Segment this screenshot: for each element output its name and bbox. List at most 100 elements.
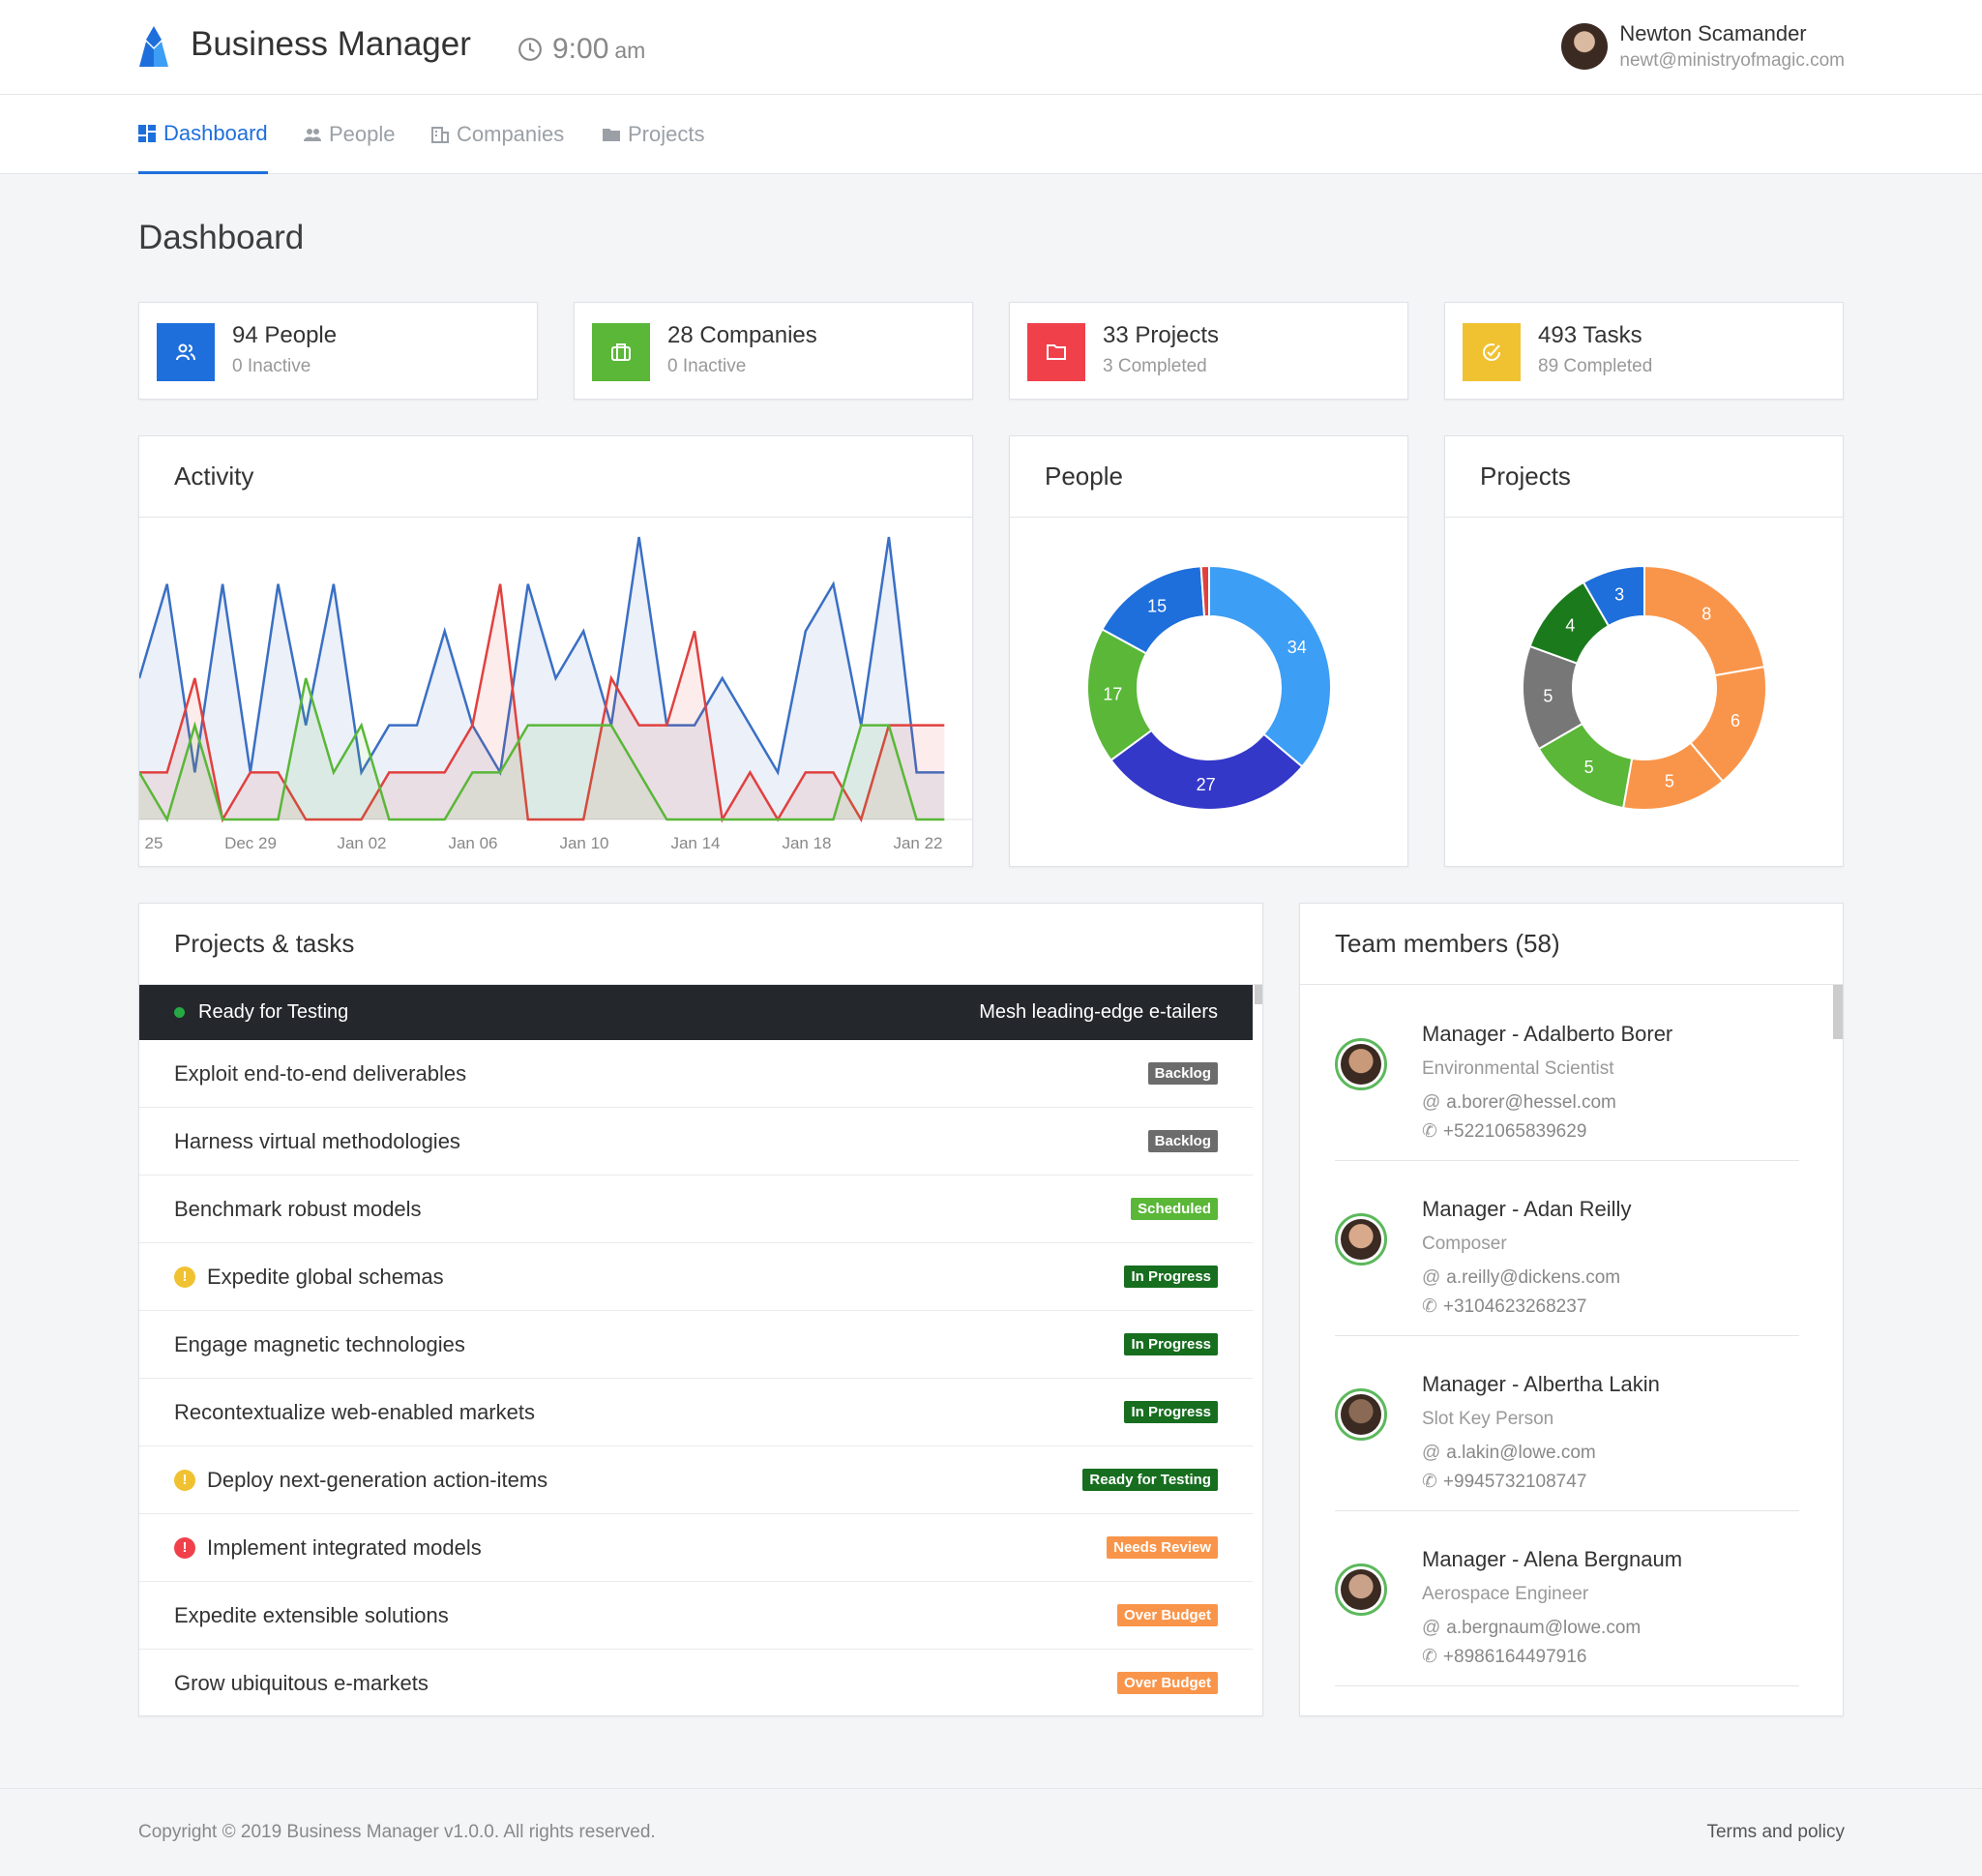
member-phone[interactable]: ✆ +8986164497916 <box>1422 1646 1586 1668</box>
member-email[interactable]: @ a.reilly@dickens.com <box>1422 1267 1620 1289</box>
stat-people-count: 94 People <box>232 322 338 348</box>
task-row[interactable]: ! Expedite global schemas In Progress <box>139 1243 1253 1311</box>
team-members-panel: Team members (58) Manager - Adalberto Bo… <box>1299 903 1844 1716</box>
member-phone-text: +5221065839629 <box>1442 1121 1587 1142</box>
team-member-item[interactable]: Manager - Albertha Lakin Slot Key Person @… <box>1335 1335 1799 1511</box>
stat-companies-count: 28 Companies <box>667 322 817 348</box>
task-row[interactable]: ! Deploy next-generation action-items Read… <box>139 1446 1253 1514</box>
stat-card-tasks[interactable]: 493 Tasks 89 Completed <box>1444 302 1844 400</box>
task-row[interactable]: Recontextualize web-enabled markets In Pr… <box>139 1379 1253 1446</box>
x-tick-label: Jan 22 <box>893 834 942 852</box>
task-row[interactable]: Grow ubiquitous e-markets Over Budget <box>139 1650 1253 1715</box>
projects-tasks-panel: Projects & tasks Ready for Testing Mesh … <box>138 903 1263 1716</box>
member-email[interactable]: @ a.borer@hessel.com <box>1422 1092 1616 1114</box>
task-row[interactable]: Exploit end-to-end deliverables Backlog <box>139 1040 1253 1108</box>
avatar[interactable] <box>1335 1388 1387 1441</box>
task-row[interactable]: ! Implement integrated models Needs Review <box>139 1514 1253 1582</box>
member-phone[interactable]: ✆ +5221065839629 <box>1422 1120 1586 1143</box>
task-name: Exploit end-to-end deliverables <box>174 1061 466 1087</box>
member-title[interactable]: Manager - Albertha Lakin <box>1422 1372 1660 1397</box>
member-phone[interactable]: ✆ +9945732108747 <box>1422 1471 1586 1493</box>
x-tick-label: Jan 02 <box>337 834 386 852</box>
task-row[interactable]: Engage magnetic technologies In Progress <box>139 1311 1253 1379</box>
tasks-scrollbar[interactable] <box>1255 985 1262 1004</box>
avatar[interactable] <box>1335 1213 1387 1266</box>
folder-stat-icon <box>1027 323 1085 381</box>
team-member-item[interactable]: Manager - Alena Bergnaum Aerospace Engine… <box>1335 1510 1799 1686</box>
status-badge: Ready for Testing <box>1082 1469 1218 1491</box>
member-title[interactable]: Manager - Adan Reilly <box>1422 1197 1631 1222</box>
donut-slice-label: 17 <box>1103 685 1122 704</box>
donut-slice <box>1208 564 1332 768</box>
tab-dashboard[interactable]: Dashboard <box>138 95 268 174</box>
status-badge: Over Budget <box>1116 1672 1218 1694</box>
task-row[interactable]: Expedite extensible solutions Over Budget <box>139 1582 1253 1650</box>
status-badge: In Progress <box>1124 1401 1218 1423</box>
status-badge: Over Budget <box>1116 1604 1218 1626</box>
activity-title: Activity <box>139 436 972 518</box>
avatar[interactable] <box>1335 1563 1387 1616</box>
folder-icon <box>603 129 620 141</box>
avatar[interactable] <box>1335 1038 1387 1090</box>
donut-slice-label: 27 <box>1197 775 1216 794</box>
task-row[interactable]: Harness virtual methodologies Backlog <box>139 1108 1253 1176</box>
task-name: Harness virtual methodologies <box>174 1129 460 1154</box>
member-email-text: a.borer@hessel.com <box>1446 1092 1616 1113</box>
clock: 9:00 am <box>518 33 645 66</box>
stat-card-projects[interactable]: 33 Projects 3 Completed <box>1009 302 1408 400</box>
x-tick-label: Dec 29 <box>224 834 277 852</box>
donut-slice-label: 5 <box>1584 758 1594 777</box>
x-tick-label: 25 <box>145 834 163 852</box>
activity-panel: Activity 25 Dec 29 Jan 02 Jan 06 Jan 10 Jan 1… <box>138 435 973 867</box>
donut-slice-label: 3 <box>1614 584 1624 604</box>
dashboard-icon <box>138 124 156 142</box>
status-dot-icon <box>174 1007 185 1018</box>
people-icon <box>304 129 321 141</box>
member-phone-text: +3104623268237 <box>1442 1296 1587 1317</box>
user-email: newt@ministryofmagic.com <box>1619 50 1845 71</box>
clock-time: 9:00 <box>552 33 609 65</box>
stat-card-companies[interactable]: 28 Companies 0 Inactive <box>574 302 973 400</box>
donut-slice-label: 5 <box>1543 687 1553 706</box>
member-title[interactable]: Manager - Adalberto Borer <box>1422 1022 1672 1047</box>
user-menu[interactable]: Newton Scamander newt@ministryofmagic.co… <box>1561 21 1845 72</box>
tab-people[interactable]: People <box>304 95 396 174</box>
terms-link[interactable]: Terms and policy <box>1706 1822 1845 1843</box>
donut-slice-label: 8 <box>1701 604 1711 623</box>
team-scrollbar[interactable] <box>1833 985 1843 1039</box>
activity-chart: 25 Dec 29 Jan 02 Jan 06 Jan 10 Jan 14 Jan 18 Ja… <box>139 536 972 852</box>
member-email[interactable]: @ a.bergnaum@lowe.com <box>1422 1618 1641 1639</box>
task-title: Benchmark robust models <box>174 1196 422 1221</box>
clock-ampm: am <box>614 38 646 63</box>
x-tick-label: Jan 10 <box>559 834 608 852</box>
donut-slice-label: 6 <box>1731 711 1740 730</box>
member-phone[interactable]: ✆ +3104623268237 <box>1422 1295 1586 1318</box>
task-row[interactable]: Benchmark robust models Scheduled <box>139 1176 1253 1243</box>
briefcase-icon <box>592 323 650 381</box>
tab-projects[interactable]: Projects <box>603 95 704 174</box>
user-avatar[interactable] <box>1561 23 1609 70</box>
task-title: Expedite extensible solutions <box>174 1602 449 1627</box>
team-members-title: Team members (58) <box>1300 904 1843 985</box>
at-icon: @ <box>1422 1443 1441 1463</box>
team-member-item[interactable]: Manager - Adalberto Borer Environmental S… <box>1335 985 1799 1161</box>
stat-card-people[interactable]: 94 People 0 Inactive <box>138 302 538 400</box>
footer: Copyright © 2019 Business Manager v1.0.0… <box>0 1788 1982 1876</box>
page-title: Dashboard <box>138 219 305 256</box>
projects-chart-title: Projects <box>1445 436 1843 518</box>
task-group-header[interactable]: Ready for Testing Mesh leading-edge e-ta… <box>139 985 1253 1040</box>
people-donut-chart: 34 27 17 15 <box>1086 564 1332 811</box>
projects-chart-panel: Projects 8 6 5 5 5 4 3 <box>1444 435 1844 867</box>
member-email-text: a.lakin@lowe.com <box>1446 1443 1596 1463</box>
team-member-item[interactable]: Manager - Adan Reilly Composer @ a.reilly@d… <box>1335 1160 1799 1336</box>
app-logo-icon[interactable] <box>135 26 172 67</box>
member-title[interactable]: Manager - Alena Bergnaum <box>1422 1547 1682 1572</box>
x-tick-label: Jan 06 <box>448 834 497 852</box>
member-email[interactable]: @ a.lakin@lowe.com <box>1422 1443 1596 1464</box>
status-badge: In Progress <box>1124 1333 1218 1355</box>
member-role: Composer <box>1422 1234 1507 1254</box>
task-name: ! Expedite global schemas <box>174 1265 444 1290</box>
task-name: Engage magnetic technologies <box>174 1332 465 1357</box>
task-title: Harness virtual methodologies <box>174 1128 460 1153</box>
tab-companies[interactable]: Companies <box>431 95 564 174</box>
